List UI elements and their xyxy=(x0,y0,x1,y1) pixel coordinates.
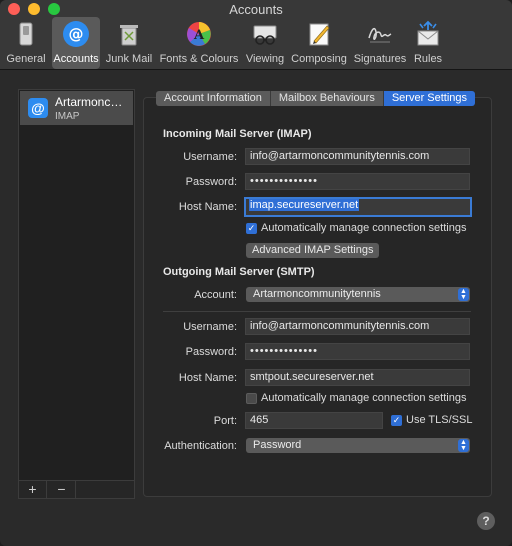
port-label: Port: xyxy=(213,415,237,427)
incoming-section-title: Incoming Mail Server (IMAP) xyxy=(163,128,312,140)
toolbar-general[interactable]: General xyxy=(4,17,48,69)
incoming-password-field[interactable]: •••••••••••••• xyxy=(245,173,470,190)
outgoing-account-label: Account: xyxy=(194,289,237,301)
outgoing-password-field[interactable]: •••••••••••••• xyxy=(245,343,470,360)
tab-server-settings[interactable]: Server Settings xyxy=(383,91,476,106)
incoming-username-field[interactable]: info@artarmoncommunitytennis.com xyxy=(245,148,470,165)
incoming-host-label: Host Name: xyxy=(178,201,237,213)
advanced-imap-settings-button[interactable]: Advanced IMAP Settings xyxy=(246,243,380,258)
outgoing-account-popup[interactable]: Artarmoncommunitytennis ▲ ▼ xyxy=(246,287,470,302)
help-button[interactable]: ? xyxy=(477,512,495,530)
outgoing-section-title: Outgoing Mail Server (SMTP) xyxy=(163,266,315,278)
incoming-host-field[interactable]: imap.secureserver.net xyxy=(244,197,472,217)
outgoing-host-label: Host Name: xyxy=(178,372,237,384)
outgoing-username-field[interactable]: info@artarmoncommunitytennis.com xyxy=(245,318,470,335)
outgoing-host-field[interactable]: smtpout.secureserver.net xyxy=(245,369,470,386)
window-title: Accounts xyxy=(229,2,283,17)
at-sign-icon: @ xyxy=(63,21,89,47)
toolbar-rules[interactable]: Rules xyxy=(410,17,446,69)
at-sign-icon: @ xyxy=(28,98,48,118)
toolbar-junk-mail[interactable]: Junk Mail xyxy=(103,17,155,69)
settings-tabs: Account Information Mailbox Behaviours S… xyxy=(156,91,476,106)
section-divider xyxy=(163,311,471,312)
accounts-sidebar: @ Artarmonc… IMAP + − xyxy=(18,89,135,499)
toolbar-signatures[interactable]: Signatures xyxy=(351,17,409,69)
chevron-updown-icon: ▲ ▼ xyxy=(458,288,469,301)
incoming-host-value: imap.secureserver.net xyxy=(249,199,360,211)
outgoing-account-value: Artarmoncommunitytennis xyxy=(253,288,381,300)
remove-account-button[interactable]: − xyxy=(48,481,76,498)
account-list-item[interactable]: @ Artarmonc… IMAP xyxy=(20,91,133,125)
incoming-auto-manage-label: Automatically manage connection settings xyxy=(261,222,467,234)
use-tls-ssl-label: Use TLS/SSL xyxy=(406,414,473,426)
tab-account-information[interactable]: Account Information xyxy=(156,91,271,106)
outgoing-username-label: Username: xyxy=(183,321,237,333)
svg-text:A: A xyxy=(193,28,205,43)
use-tls-ssl-checkbox[interactable]: ✓ xyxy=(391,415,402,426)
trash-icon xyxy=(120,25,138,46)
glasses-icon xyxy=(253,25,277,45)
toolbar-viewing[interactable]: Viewing xyxy=(243,17,287,69)
color-wheel-icon: A xyxy=(187,22,211,46)
sidebar-footer: + − xyxy=(19,480,134,498)
rules-envelope-icon xyxy=(417,20,439,46)
title-bar: Accounts General @ Accounts Junk Mail A … xyxy=(0,0,512,70)
authentication-value: Password xyxy=(253,439,302,451)
authentication-popup[interactable]: Password ▲ ▼ xyxy=(246,438,470,453)
outgoing-password-label: Password: xyxy=(185,346,237,358)
toolbar-fonts-colours[interactable]: A Fonts & Colours xyxy=(157,17,241,69)
switch-icon xyxy=(19,22,33,46)
pencil-paper-icon xyxy=(309,23,330,46)
account-name: Artarmonc… xyxy=(55,95,123,109)
chevron-updown-icon: ▲ ▼ xyxy=(458,439,469,452)
toolbar-composing[interactable]: Composing xyxy=(290,17,348,69)
outgoing-auto-manage-label: Automatically manage connection settings xyxy=(261,392,467,404)
incoming-username-label: Username: xyxy=(183,151,237,163)
incoming-password-label: Password: xyxy=(185,176,237,188)
incoming-auto-manage-checkbox[interactable]: ✓ xyxy=(246,223,257,234)
toolbar-accounts[interactable]: @ Accounts xyxy=(52,17,100,69)
add-account-button[interactable]: + xyxy=(19,481,47,498)
signature-icon xyxy=(368,27,392,43)
authentication-label: Authentication: xyxy=(164,440,237,452)
port-field[interactable]: 465 xyxy=(245,412,383,429)
tab-mailbox-behaviours[interactable]: Mailbox Behaviours xyxy=(270,91,384,106)
account-type: IMAP xyxy=(55,111,80,122)
preferences-window: Accounts General @ Accounts Junk Mail A … xyxy=(0,0,512,546)
outgoing-auto-manage-checkbox[interactable] xyxy=(246,393,257,404)
preferences-toolbar: General @ Accounts Junk Mail A Fonts & C… xyxy=(0,17,512,69)
svg-text:@: @ xyxy=(69,25,84,43)
